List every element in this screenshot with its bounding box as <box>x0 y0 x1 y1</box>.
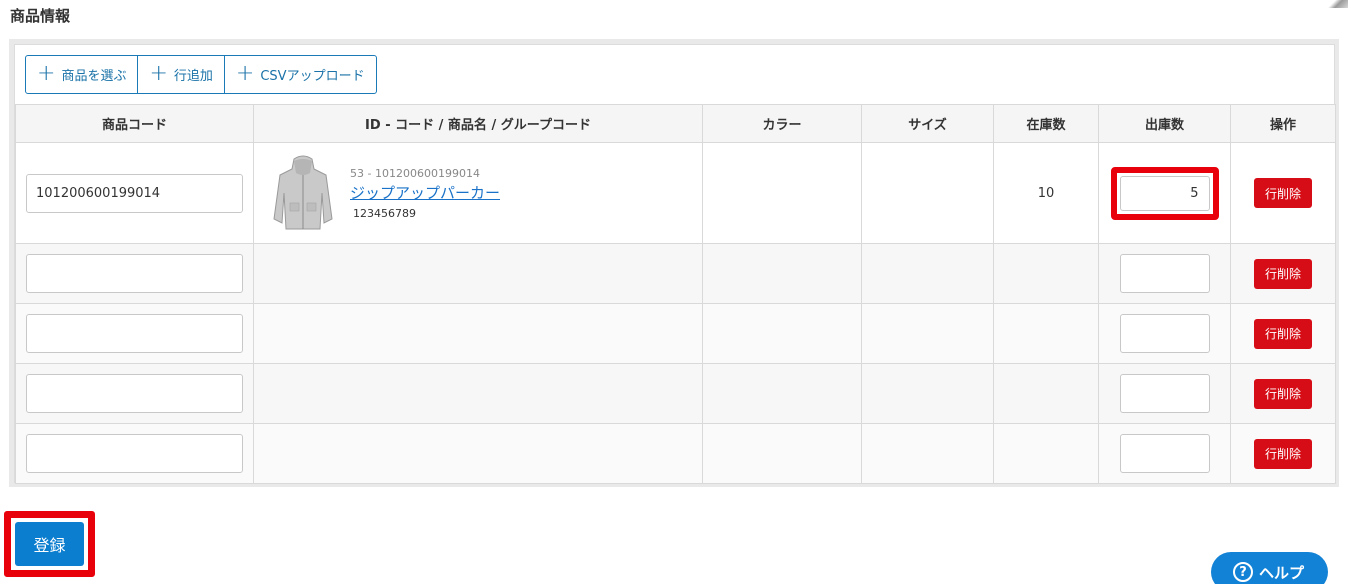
qty-highlight: 5 <box>1110 166 1219 220</box>
product-code-input[interactable] <box>26 254 243 293</box>
cell-qty <box>1098 423 1231 484</box>
header-actions: 操作 <box>1230 104 1336 143</box>
cell-stock <box>993 423 1099 484</box>
ship-qty-input[interactable] <box>1119 434 1210 473</box>
add-row-label: 行追加 <box>173 69 213 84</box>
ship-qty-input[interactable]: 5 <box>1119 175 1210 211</box>
cell-color <box>702 423 862 484</box>
submit-highlight: 登録 <box>4 511 95 577</box>
delete-row-button[interactable]: 行削除 <box>1254 258 1312 289</box>
cell-stock <box>993 363 1099 424</box>
delete-row-button[interactable]: 行削除 <box>1254 318 1312 349</box>
header-product-info: ID - コード / 商品名 / グループコード <box>253 104 703 143</box>
corner-decoration <box>1322 0 1348 8</box>
cell-code: 101200600199014 <box>15 142 254 244</box>
header-size: サイズ <box>861 104 994 143</box>
plus-icon: + <box>37 60 56 86</box>
hoodie-image <box>273 155 333 230</box>
cell-stock <box>993 303 1099 364</box>
ship-qty-input[interactable] <box>1119 374 1210 413</box>
add-row-button[interactable]: + 行追加 <box>138 56 225 93</box>
table-row: 行削除 <box>15 243 1336 304</box>
toolbar: + 商品を選ぶ + 行追加 + CSVアップロード <box>25 55 377 94</box>
cell-actions: 行削除 <box>1230 363 1336 424</box>
cell-color <box>702 363 862 424</box>
product-name-link[interactable]: ジップアップパーカー <box>350 182 500 203</box>
section-title: 商品情報 <box>10 7 71 25</box>
ship-qty-input[interactable] <box>1119 314 1210 353</box>
cell-size <box>861 243 994 304</box>
product-code-input[interactable]: 101200600199014 <box>26 173 243 213</box>
delete-row-button[interactable]: 行削除 <box>1254 378 1312 409</box>
product-table: 商品コード ID - コード / 商品名 / グループコード カラー サイズ 在… <box>15 104 1336 484</box>
select-product-label: 商品を選ぶ <box>61 69 127 84</box>
product-text: 53 - 101200600199014 ジップアップパーカー 12345678… <box>350 167 500 220</box>
cell-actions: 行削除 <box>1230 303 1336 364</box>
cell-actions: 行削除 <box>1230 243 1336 304</box>
cell-qty: 5 <box>1098 142 1231 244</box>
plus-icon: + <box>235 60 255 86</box>
product-code-input[interactable] <box>26 314 243 353</box>
cell-size <box>861 303 994 364</box>
select-product-button[interactable]: + 商品を選ぶ <box>26 56 139 93</box>
cell-stock: 10 <box>993 142 1099 244</box>
cell-code <box>15 363 254 424</box>
help-button[interactable]: ? ヘルプ <box>1211 552 1328 584</box>
group-code: 123456789 <box>353 206 416 220</box>
submit-button[interactable]: 登録 <box>15 522 84 566</box>
csv-upload-label: CSVアップロード <box>260 69 365 84</box>
product-code-input[interactable] <box>26 374 243 413</box>
cell-actions: 行削除 <box>1230 142 1336 244</box>
cell-color <box>702 303 862 364</box>
cell-stock <box>993 243 1099 304</box>
product-code-input[interactable] <box>26 434 243 473</box>
cell-qty <box>1098 243 1231 304</box>
header-product-code: 商品コード <box>15 104 254 143</box>
cell-code <box>15 423 254 484</box>
cell-qty <box>1098 303 1231 364</box>
cell-size <box>861 423 994 484</box>
cell-color <box>702 142 862 244</box>
product-id: 53 - 101200600199014 <box>350 166 480 180</box>
csv-upload-button[interactable]: + CSVアップロード <box>225 56 376 93</box>
cell-product <box>253 303 703 364</box>
help-label: ヘルプ <box>1259 564 1305 582</box>
table-row: 行削除 <box>15 423 1336 484</box>
cell-qty <box>1098 363 1231 424</box>
question-circle-icon: ? <box>1233 562 1253 582</box>
table-header: 商品コード ID - コード / 商品名 / グループコード カラー サイズ 在… <box>15 104 1336 143</box>
product-info: 53 - 101200600199014 ジップアップパーカー 12345678… <box>254 153 702 233</box>
product-panel-inner: + 商品を選ぶ + 行追加 + CSVアップロード 商品コード ID - コード… <box>14 44 1336 484</box>
plus-icon: + <box>149 60 168 86</box>
cell-product <box>253 423 703 484</box>
cell-size <box>861 142 994 244</box>
cell-code <box>15 303 254 364</box>
cell-product <box>253 363 703 424</box>
ship-qty-input[interactable] <box>1119 254 1210 293</box>
table-row: 行削除 <box>15 363 1336 424</box>
cell-product: 53 - 101200600199014 ジップアップパーカー 12345678… <box>253 142 703 244</box>
cell-color <box>702 243 862 304</box>
table-row: 行削除 <box>15 303 1336 364</box>
cell-size <box>861 363 994 424</box>
cell-product <box>253 243 703 304</box>
header-ship-qty: 出庫数 <box>1098 104 1231 143</box>
header-stock: 在庫数 <box>993 104 1099 143</box>
product-panel: + 商品を選ぶ + 行追加 + CSVアップロード 商品コード ID - コード… <box>9 39 1339 487</box>
delete-row-button[interactable]: 行削除 <box>1254 438 1312 469</box>
cell-code <box>15 243 254 304</box>
cell-actions: 行削除 <box>1230 423 1336 484</box>
table-row: 101200600199014 53 - 101200600199014 ジップ… <box>15 142 1336 244</box>
delete-row-button[interactable]: 行削除 <box>1254 178 1312 208</box>
header-color: カラー <box>702 104 862 143</box>
